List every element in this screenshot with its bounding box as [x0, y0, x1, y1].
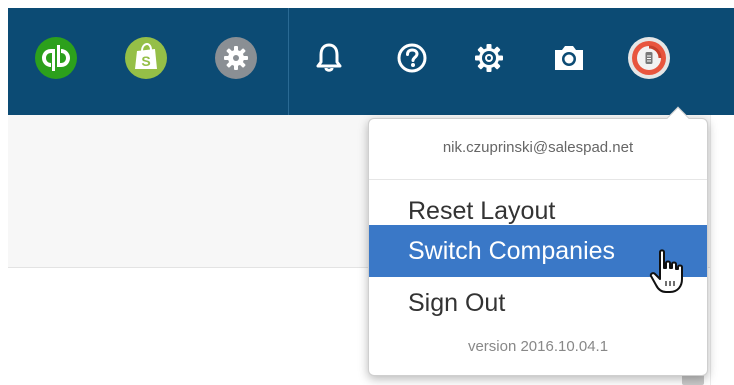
settings-button[interactable] — [467, 36, 511, 80]
user-avatar-icon — [628, 37, 670, 79]
bell-icon — [316, 43, 342, 72]
integration-settings-icon — [215, 37, 257, 79]
user-dropdown-menu: nik.czuprinski@salespad.net Reset Layout… — [368, 106, 708, 376]
version-label: version 2016.10.04.1 — [467, 338, 609, 355]
toolbar-divider — [288, 8, 289, 115]
hand-cursor-icon — [648, 248, 688, 301]
user-email: nik.czuprinski@salespad.net — [442, 139, 634, 156]
notifications-button[interactable] — [307, 36, 351, 80]
user-menu-button[interactable] — [627, 36, 671, 80]
svg-text:S: S — [141, 53, 150, 69]
quickbooks-button[interactable] — [34, 36, 78, 80]
shopify-button[interactable]: S — [124, 36, 168, 80]
help-button[interactable] — [390, 36, 434, 80]
integration-settings-button[interactable] — [214, 36, 258, 80]
quickbooks-icon — [35, 37, 77, 79]
camera-icon — [555, 46, 583, 70]
camera-button[interactable] — [547, 36, 591, 80]
menu-divider — [369, 179, 707, 180]
top-toolbar — [8, 8, 734, 115]
help-icon — [397, 43, 427, 73]
shopify-icon: S — [125, 37, 167, 79]
right-gutter — [710, 115, 734, 385]
gear-icon — [475, 44, 503, 72]
